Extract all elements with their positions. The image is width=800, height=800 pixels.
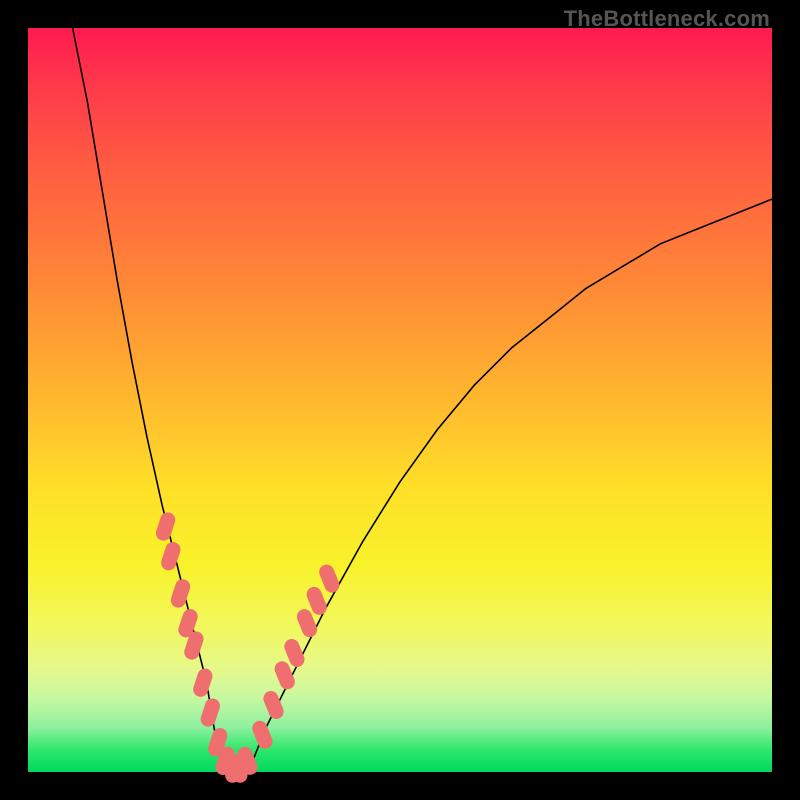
bottleneck-curve — [73, 28, 772, 772]
chart-frame: TheBottleneck.com — [0, 0, 800, 800]
plot-area — [28, 28, 772, 772]
data-marker — [155, 511, 177, 542]
data-marker — [192, 667, 214, 698]
data-marker — [262, 689, 285, 720]
data-marker — [170, 578, 192, 609]
data-marker — [160, 541, 182, 572]
marker-group — [155, 511, 341, 782]
curve-svg — [28, 28, 772, 772]
data-marker — [199, 697, 221, 728]
data-marker — [251, 719, 274, 750]
data-marker — [318, 563, 341, 594]
